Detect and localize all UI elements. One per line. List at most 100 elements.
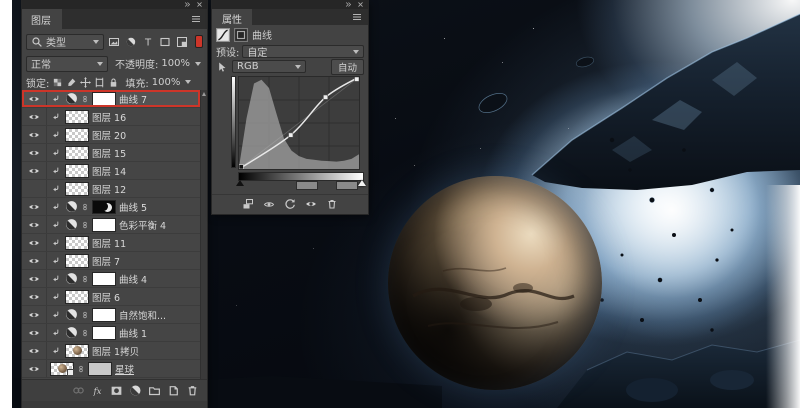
adjustment-layer-thumbnail[interactable] [65,326,78,339]
layer-visibility-eye-icon[interactable] [22,90,47,107]
panel-menu-icon[interactable] [346,9,368,25]
layer-row[interactable]: 曲线 4 [22,270,200,288]
layer-name[interactable]: 曲线 4 [119,272,147,286]
layer-visibility-eye-icon[interactable] [22,306,47,323]
layer-row[interactable]: 星球 [22,360,200,378]
layer-row[interactable]: 曲线 7 [22,90,200,108]
tab-layers[interactable]: 图层 [22,9,62,29]
curve-graph-area[interactable] [238,76,364,172]
layer-visibility-eye-icon[interactable] [22,108,47,125]
panel-menu-icon[interactable] [185,9,207,29]
layer-row[interactable]: 图层 16 [22,108,200,126]
layer-thumbnail[interactable] [50,362,74,376]
chevron-down-icon[interactable] [195,62,201,66]
lock-pixels-icon[interactable] [66,77,77,88]
layer-mask-thumbnail[interactable] [92,200,116,214]
type-filter-icon[interactable]: T [141,34,156,49]
lock-position-icon[interactable] [80,77,91,88]
adjustment-layer-icon[interactable] [129,384,142,397]
layer-visibility-eye-icon[interactable] [22,288,47,305]
layer-thumbnail[interactable] [65,164,89,178]
layer-row[interactable]: 图层 7 [22,252,200,270]
blend-mode-select[interactable]: 正常 [26,56,108,72]
new-group-icon[interactable] [148,384,161,397]
layers-scrollbar[interactable] [200,90,207,379]
layer-thumbnail[interactable] [65,110,89,124]
new-layer-icon[interactable] [167,384,180,397]
lock-transparent-icon[interactable] [52,77,63,88]
delete-adjustment-icon[interactable] [326,198,338,210]
layer-visibility-eye-icon[interactable] [22,216,47,233]
adjustment-layer-thumbnail[interactable] [65,200,78,213]
delete-layer-icon[interactable] [186,384,199,397]
opacity-value[interactable]: 100% [161,58,190,69]
layer-visibility-eye-icon[interactable] [22,126,47,143]
mask-link-icon[interactable] [81,309,89,321]
layer-style-icon[interactable]: fx [91,384,104,397]
mask-link-icon[interactable] [81,273,89,285]
auto-button[interactable]: 自动 [331,59,364,75]
layer-name[interactable]: 星球 [115,362,134,376]
layer-visibility-eye-icon[interactable] [22,342,47,359]
layer-row[interactable]: 图层 14 [22,162,200,180]
layer-row[interactable]: 图层 1拷贝 [22,342,200,360]
adjustment-layer-thumbnail[interactable] [65,92,78,105]
layer-mask-thumbnail[interactable] [88,362,112,376]
adjustment-layer-thumbnail[interactable] [65,272,78,285]
mask-link-icon[interactable] [77,363,85,375]
fill-value[interactable]: 100% [152,77,181,88]
layer-thumbnail[interactable] [65,146,89,160]
white-point-slider[interactable] [358,180,366,186]
adjustment-filter-icon[interactable] [124,34,139,49]
layer-row[interactable]: 曲线 1 [22,324,200,342]
layer-name[interactable]: 曲线 7 [119,92,147,106]
lock-all-icon[interactable] [108,77,119,88]
layer-row[interactable]: 图层 20 [22,126,200,144]
layer-name[interactable]: 图层 1拷贝 [92,344,139,358]
layer-name[interactable]: 图层 20 [92,128,126,142]
layer-name[interactable]: 曲线 5 [119,200,147,214]
collapse-icon[interactable] [184,1,191,8]
black-point-slider[interactable] [236,180,244,186]
shape-filter-icon[interactable] [158,34,173,49]
preset-select[interactable]: 自定 [242,45,364,58]
layer-visibility-eye-icon[interactable] [22,144,47,161]
layer-row[interactable]: 图层 6 [22,288,200,306]
reset-icon[interactable] [284,198,296,210]
layer-name[interactable]: 曲线 1 [119,326,147,340]
mask-icon[interactable] [234,28,248,42]
layer-mask-thumbnail[interactable] [92,308,116,322]
close-icon[interactable] [357,1,364,8]
layer-visibility-eye-icon[interactable] [22,270,47,287]
filter-toggle[interactable] [195,35,203,48]
close-icon[interactable] [196,1,203,8]
layer-name[interactable]: 图层 12 [92,182,126,196]
layer-visibility-eye-icon[interactable] [22,198,47,215]
layer-row[interactable]: 自然饱和... [22,306,200,324]
layer-visibility-eye-icon[interactable] [22,324,47,341]
layer-thumbnail[interactable] [65,182,89,196]
clip-to-layer-icon[interactable] [242,198,254,210]
collapse-icon[interactable] [345,1,352,8]
layer-row[interactable]: 图层 11 [22,234,200,252]
layer-name[interactable]: 图层 6 [92,290,120,304]
mask-link-icon[interactable] [81,219,89,231]
channel-select[interactable]: RGB [232,60,306,73]
input-value-box[interactable] [296,181,318,190]
add-mask-icon[interactable] [110,384,123,397]
view-previous-state-icon[interactable] [263,198,275,210]
lock-artboard-icon[interactable] [94,77,105,88]
mask-link-icon[interactable] [81,201,89,213]
output-value-box[interactable] [336,181,358,190]
layer-row[interactable]: 图层 15 [22,144,200,162]
layer-mask-thumbnail[interactable] [92,272,116,286]
layer-name[interactable]: 图层 11 [92,236,126,250]
layer-thumbnail[interactable] [65,128,89,142]
layer-mask-thumbnail[interactable] [92,92,116,106]
scroll-up-icon[interactable] [202,92,206,96]
visibility-icon[interactable] [305,198,317,210]
smart-object-filter-icon[interactable] [175,34,190,49]
targeted-adjustment-icon[interactable] [216,61,228,73]
curve-graph[interactable] [238,76,360,170]
layer-visibility-eye-icon[interactable] [22,234,47,251]
